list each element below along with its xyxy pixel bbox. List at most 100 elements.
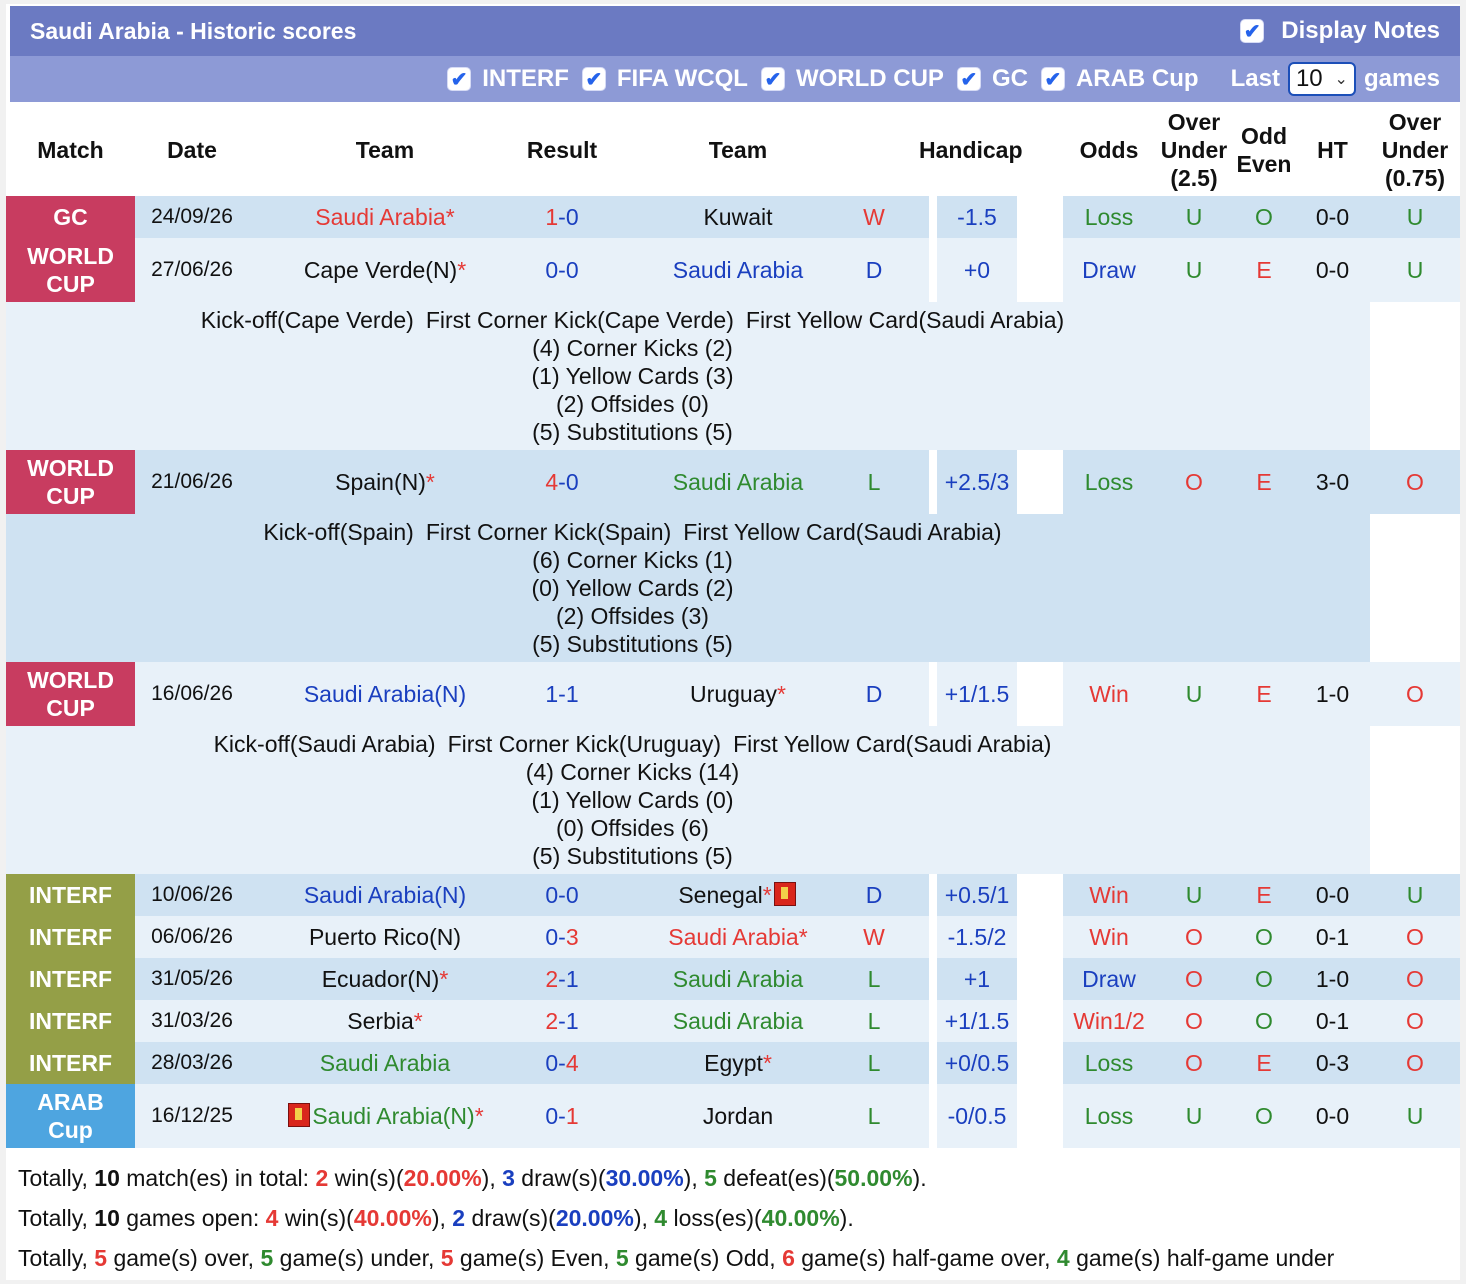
match-result[interactable]: 0-3 — [521, 916, 603, 958]
totals-summary: Totally, 10 match(es) in total: 2 win(s)… — [6, 1154, 1460, 1280]
filter-world-cup[interactable]: ✔ WORLD CUP — [761, 65, 944, 93]
match-date: 31/03/26 — [135, 1000, 249, 1042]
match-date: 16/12/25 — [135, 1084, 249, 1148]
filter-gc[interactable]: ✔ GC — [957, 65, 1028, 93]
match-date: 06/06/26 — [135, 916, 249, 958]
match-result[interactable]: 2-1 — [521, 958, 603, 1000]
table-header: Match Date Team Result Team Handicap Odd… — [6, 104, 1460, 196]
match-competition[interactable]: GC — [6, 196, 135, 238]
display-notes-checkbox[interactable]: ✔ — [1241, 20, 1264, 43]
check-icon[interactable]: ✔ — [761, 68, 784, 91]
half-time-score: 0-0 — [1295, 196, 1370, 238]
over-under: O — [1155, 958, 1233, 1000]
match-date: 16/06/26 — [135, 662, 249, 726]
totals-over-under-line: Totally, 5 game(s) over, 5 game(s) under… — [18, 1245, 1335, 1271]
home-team[interactable]: Puerto Rico(N) — [249, 916, 521, 958]
col-match: Match — [6, 104, 135, 196]
home-team[interactable]: Cape Verde(N)* — [249, 238, 521, 302]
match-competition[interactable]: WORLD CUP — [6, 662, 135, 726]
win-draw-loss: W — [819, 916, 929, 958]
match-result[interactable]: 0-0 — [521, 238, 603, 302]
over-under-ht: O — [1370, 916, 1460, 958]
half-time-score: 1-0 — [1295, 958, 1370, 1000]
match-competition[interactable]: INTERF — [6, 874, 135, 916]
half-time-score: 0-0 — [1295, 1084, 1370, 1148]
filter-bar: ✔ INTERF ✔ FIFA WCQL ✔ WORLD CUP ✔ GC ✔ ARAB … — [10, 56, 1460, 102]
table-row: INTERF 10/06/26 Saudi Arabia(N) 0-0 Sene… — [6, 874, 1460, 916]
home-team[interactable]: Saudi Arabia(N) — [249, 874, 521, 916]
odd-even: E — [1233, 662, 1295, 726]
odds-result: Draw — [1063, 238, 1155, 302]
handicap: +0/0.5 — [937, 1042, 1017, 1084]
odds-result: Draw — [1063, 958, 1155, 1000]
match-competition[interactable]: INTERF — [6, 1000, 135, 1042]
check-icon[interactable]: ✔ — [448, 68, 471, 91]
over-under-ht: U — [1370, 196, 1460, 238]
col-over-under: Over Under (2.5) — [1155, 104, 1233, 196]
scores-table: Match Date Team Result Team Handicap Odd… — [6, 104, 1460, 1148]
odd-even: E — [1233, 238, 1295, 302]
home-team[interactable]: Saudi Arabia(N)* — [249, 1084, 521, 1148]
comp-label: WORLD — [27, 667, 114, 693]
over-under-ht: O — [1370, 662, 1460, 726]
odds-result: Loss — [1063, 196, 1155, 238]
col-ht: HT — [1295, 104, 1370, 196]
match-result[interactable]: 2-1 — [521, 1000, 603, 1042]
col-odd-even: Odd Even — [1233, 104, 1295, 196]
home-team[interactable]: Ecuador(N)* — [249, 958, 521, 1000]
handicap: +2.5/3 — [937, 450, 1017, 514]
display-notes-toggle[interactable]: ✔ Display Notes — [1241, 17, 1440, 45]
filter-interf[interactable]: ✔ INTERF — [448, 65, 569, 93]
half-time-score: 0-3 — [1295, 1042, 1370, 1084]
match-result[interactable]: 1-1 — [521, 662, 603, 726]
table-row: INTERF 31/03/26 Serbia* 2-1 Saudi Arabia… — [6, 1000, 1460, 1042]
match-date: 24/09/26 — [135, 196, 249, 238]
match-result[interactable]: 4-0 — [521, 450, 603, 514]
win-draw-loss: L — [819, 450, 929, 514]
match-competition[interactable]: INTERF — [6, 1042, 135, 1084]
over-under: O — [1155, 1000, 1233, 1042]
home-team[interactable]: Serbia* — [249, 1000, 521, 1042]
half-time-score: 3-0 — [1295, 450, 1370, 514]
match-result[interactable]: 0-1 — [521, 1084, 603, 1148]
home-team[interactable]: Saudi Arabia(N) — [249, 662, 521, 726]
check-icon[interactable]: ✔ — [1041, 68, 1064, 91]
handicap: +0 — [937, 238, 1017, 302]
odd-even: E — [1233, 1042, 1295, 1084]
home-team[interactable]: Saudi Arabia — [249, 1042, 521, 1084]
handicap: +1 — [937, 958, 1017, 1000]
over-under-ht: U — [1370, 238, 1460, 302]
match-competition[interactable]: WORLD CUP — [6, 238, 135, 302]
table-row: WORLD CUP 27/06/26 Cape Verde(N)* 0-0 Sau… — [6, 238, 1460, 302]
comp-label: GC — [53, 204, 88, 230]
filter-arab-cup[interactable]: ✔ ARAB Cup — [1041, 65, 1199, 93]
match-competition[interactable]: WORLD CUP — [6, 450, 135, 514]
over-under: U — [1155, 238, 1233, 302]
last-label: Last — [1230, 65, 1280, 92]
match-date: 31/05/26 — [135, 958, 249, 1000]
home-team[interactable]: Spain(N)* — [249, 450, 521, 514]
match-competition[interactable]: ARAB Cup — [6, 1084, 135, 1148]
home-team[interactable]: Saudi Arabia* — [249, 196, 521, 238]
games-label: games — [1363, 65, 1440, 92]
odds-result: Loss — [1063, 450, 1155, 514]
match-competition[interactable]: INTERF — [6, 916, 135, 958]
check-icon[interactable]: ✔ — [957, 68, 980, 91]
odd-even: O — [1233, 958, 1295, 1000]
half-time-score: 0-0 — [1295, 874, 1370, 916]
red-card-icon — [773, 881, 796, 906]
odd-even: O — [1233, 916, 1295, 958]
match-result[interactable]: 0-0 — [521, 874, 603, 916]
match-result[interactable]: 1-0 — [521, 196, 603, 238]
check-icon[interactable]: ✔ — [582, 68, 605, 91]
col-result: Result — [521, 104, 603, 196]
table-row: WORLD CUP 21/06/26 Spain(N)* 4-0 Saudi Ar… — [6, 450, 1460, 514]
comp-label: WORLD — [27, 243, 114, 269]
match-competition[interactable]: INTERF — [6, 958, 135, 1000]
games-count-select[interactable]: 10 ⌄ — [1287, 62, 1356, 96]
odds-result: Win — [1063, 662, 1155, 726]
win-draw-loss: D — [819, 874, 929, 916]
match-result[interactable]: 0-4 — [521, 1042, 603, 1084]
table-row: GC 24/09/26 Saudi Arabia* 1-0 Kuwait W -… — [6, 196, 1460, 238]
filter-fifa-wcql[interactable]: ✔ FIFA WCQL — [582, 65, 748, 93]
